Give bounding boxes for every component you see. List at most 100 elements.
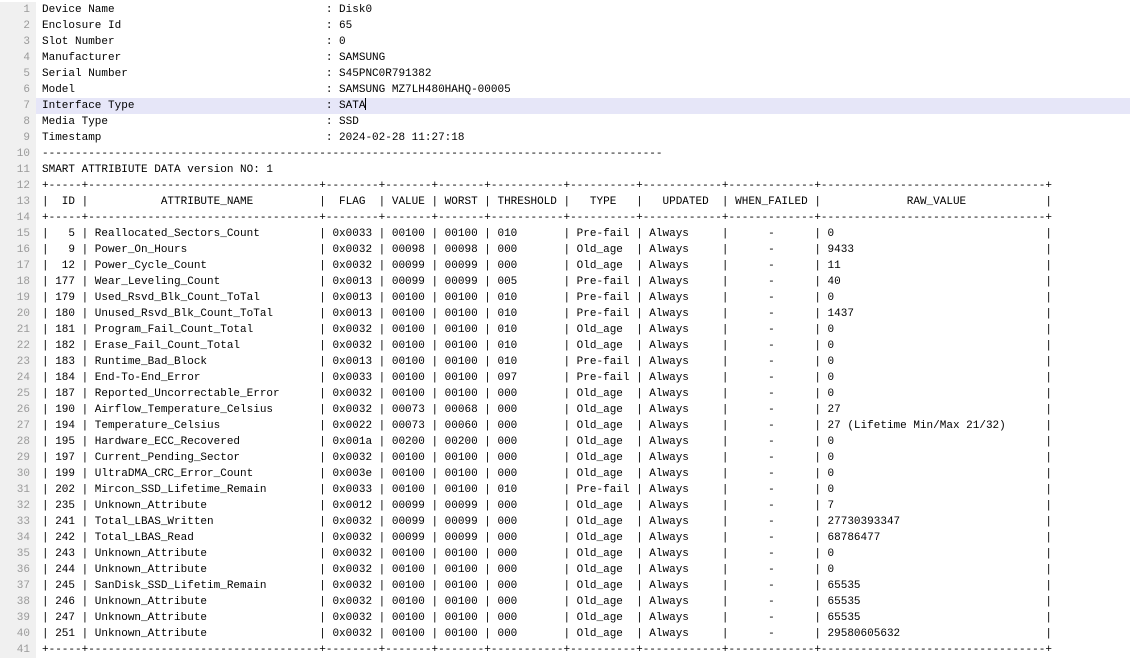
line-content[interactable]: | 194 | Temperature_Celsius | 0x0022 | 0… [36, 418, 1130, 434]
line-content[interactable]: Media Type : SSD [36, 114, 1130, 130]
line-content[interactable]: | 242 | Total_LBAS_Read | 0x0032 | 00099… [36, 530, 1130, 546]
line-content[interactable]: Interface Type : SATA [36, 98, 1130, 114]
line-content[interactable]: ----------------------------------------… [36, 146, 1130, 162]
editor-line[interactable]: 26| 190 | Airflow_Temperature_Celsius | … [0, 402, 1130, 418]
editor-line[interactable]: 41+-----+-------------------------------… [0, 642, 1130, 658]
line-content[interactable]: | 197 | Current_Pending_Sector | 0x0032 … [36, 450, 1130, 466]
line-content[interactable]: Slot Number : 0 [36, 34, 1130, 50]
line-content[interactable]: | 241 | Total_LBAS_Written | 0x0032 | 00… [36, 514, 1130, 530]
line-number: 23 [0, 354, 36, 370]
line-number: 3 [0, 34, 36, 50]
line-content[interactable]: | 235 | Unknown_Attribute | 0x0012 | 000… [36, 498, 1130, 514]
editor-line[interactable]: 33| 241 | Total_LBAS_Written | 0x0032 | … [0, 514, 1130, 530]
line-number: 7 [0, 98, 36, 114]
line-content[interactable]: | 180 | Unused_Rsvd_Blk_Count_ToTal | 0x… [36, 306, 1130, 322]
editor-line[interactable]: 30| 199 | UltraDMA_CRC_Error_Count | 0x0… [0, 466, 1130, 482]
editor-line[interactable]: 4Manufacturer : SAMSUNG [0, 50, 1130, 66]
line-number: 27 [0, 418, 36, 434]
line-content[interactable]: | 187 | Reported_Uncorrectable_Error | 0… [36, 386, 1130, 402]
editor-line[interactable]: 39| 247 | Unknown_Attribute | 0x0032 | 0… [0, 610, 1130, 626]
line-number: 15 [0, 226, 36, 242]
line-content[interactable]: | 247 | Unknown_Attribute | 0x0032 | 001… [36, 610, 1130, 626]
line-content[interactable]: | 251 | Unknown_Attribute | 0x0032 | 001… [36, 626, 1130, 642]
editor-line[interactable]: 1Device Name : Disk0 [0, 2, 1130, 18]
line-number: 14 [0, 210, 36, 226]
line-number: 9 [0, 130, 36, 146]
line-content[interactable]: | 195 | Hardware_ECC_Recovered | 0x001a … [36, 434, 1130, 450]
line-content[interactable]: Enclosure Id : 65 [36, 18, 1130, 34]
editor-line[interactable]: 9Timestamp : 2024-02-28 11:27:18 [0, 130, 1130, 146]
editor-line[interactable]: 27| 194 | Temperature_Celsius | 0x0022 |… [0, 418, 1130, 434]
line-content[interactable]: | ID | ATTRIBUTE_NAME | FLAG | VALUE | W… [36, 194, 1130, 210]
line-content[interactable]: | 181 | Program_Fail_Count_Total | 0x003… [36, 322, 1130, 338]
editor-line[interactable]: 22| 182 | Erase_Fail_Count_Total | 0x003… [0, 338, 1130, 354]
line-content[interactable]: | 244 | Unknown_Attribute | 0x0032 | 001… [36, 562, 1130, 578]
editor-line[interactable]: 29| 197 | Current_Pending_Sector | 0x003… [0, 450, 1130, 466]
editor-line[interactable]: 13| ID | ATTRIBUTE_NAME | FLAG | VALUE |… [0, 194, 1130, 210]
line-content[interactable]: | 5 | Reallocated_Sectors_Count | 0x0033… [36, 226, 1130, 242]
editor-line[interactable]: 25| 187 | Reported_Uncorrectable_Error |… [0, 386, 1130, 402]
editor-line[interactable]: 15| 5 | Reallocated_Sectors_Count | 0x00… [0, 226, 1130, 242]
line-number: 37 [0, 578, 36, 594]
editor-line[interactable]: 38| 246 | Unknown_Attribute | 0x0032 | 0… [0, 594, 1130, 610]
editor-line[interactable]: 11SMART ATTRIBIUTE DATA version NO: 1 [0, 162, 1130, 178]
editor-line[interactable]: 5Serial Number : S45PNC0R791382 [0, 66, 1130, 82]
editor-line[interactable]: 20| 180 | Unused_Rsvd_Blk_Count_ToTal | … [0, 306, 1130, 322]
line-content[interactable]: +-----+---------------------------------… [36, 210, 1130, 226]
line-content[interactable]: +-----+---------------------------------… [36, 642, 1130, 658]
editor-line[interactable]: 8Media Type : SSD [0, 114, 1130, 130]
editor-line[interactable]: 17| 12 | Power_Cycle_Count | 0x0032 | 00… [0, 258, 1130, 274]
line-number: 24 [0, 370, 36, 386]
editor-line[interactable]: 36| 244 | Unknown_Attribute | 0x0032 | 0… [0, 562, 1130, 578]
editor-line[interactable]: 21| 181 | Program_Fail_Count_Total | 0x0… [0, 322, 1130, 338]
editor-line[interactable]: 12+-----+-------------------------------… [0, 178, 1130, 194]
editor-line-active[interactable]: 7Interface Type : SATA [0, 98, 1130, 114]
text-editor[interactable]: 1Device Name : Disk02Enclosure Id : 653S… [0, 0, 1130, 658]
editor-line[interactable]: 23| 183 | Runtime_Bad_Block | 0x0013 | 0… [0, 354, 1130, 370]
editor-line[interactable]: 3Slot Number : 0 [0, 34, 1130, 50]
editor-line[interactable]: 18| 177 | Wear_Leveling_Count | 0x0013 |… [0, 274, 1130, 290]
line-content[interactable]: | 190 | Airflow_Temperature_Celsius | 0x… [36, 402, 1130, 418]
editor-line[interactable]: 32| 235 | Unknown_Attribute | 0x0012 | 0… [0, 498, 1130, 514]
line-content[interactable]: | 177 | Wear_Leveling_Count | 0x0013 | 0… [36, 274, 1130, 290]
line-content[interactable]: | 179 | Used_Rsvd_Blk_Count_ToTal | 0x00… [36, 290, 1130, 306]
line-content[interactable]: | 245 | SanDisk_SSD_Lifetim_Remain | 0x0… [36, 578, 1130, 594]
line-content[interactable]: SMART ATTRIBIUTE DATA version NO: 1 [36, 162, 1130, 178]
line-number: 29 [0, 450, 36, 466]
line-number: 41 [0, 642, 36, 658]
editor-line[interactable]: 28| 195 | Hardware_ECC_Recovered | 0x001… [0, 434, 1130, 450]
editor-line[interactable]: 34| 242 | Total_LBAS_Read | 0x0032 | 000… [0, 530, 1130, 546]
editor-line[interactable]: 24| 184 | End-To-End_Error | 0x0033 | 00… [0, 370, 1130, 386]
line-number: 30 [0, 466, 36, 482]
editor-line[interactable]: 35| 243 | Unknown_Attribute | 0x0032 | 0… [0, 546, 1130, 562]
line-content[interactable]: Timestamp : 2024-02-28 11:27:18 [36, 130, 1130, 146]
line-content[interactable]: | 182 | Erase_Fail_Count_Total | 0x0032 … [36, 338, 1130, 354]
editor-line[interactable]: 31| 202 | Mircon_SSD_Lifetime_Remain | 0… [0, 482, 1130, 498]
line-content[interactable]: | 199 | UltraDMA_CRC_Error_Count | 0x003… [36, 466, 1130, 482]
line-content[interactable]: | 246 | Unknown_Attribute | 0x0032 | 001… [36, 594, 1130, 610]
line-content[interactable]: | 183 | Runtime_Bad_Block | 0x0013 | 001… [36, 354, 1130, 370]
line-number: 12 [0, 178, 36, 194]
line-number: 18 [0, 274, 36, 290]
line-content[interactable]: | 9 | Power_On_Hours | 0x0032 | 00098 | … [36, 242, 1130, 258]
editor-line[interactable]: 14+-----+-------------------------------… [0, 210, 1130, 226]
editor-line[interactable]: 19| 179 | Used_Rsvd_Blk_Count_ToTal | 0x… [0, 290, 1130, 306]
line-content[interactable]: | 184 | End-To-End_Error | 0x0033 | 0010… [36, 370, 1130, 386]
line-content[interactable]: +-----+---------------------------------… [36, 178, 1130, 194]
line-content[interactable]: Manufacturer : SAMSUNG [36, 50, 1130, 66]
editor-line[interactable]: 6Model : SAMSUNG MZ7LH480HAHQ-00005 [0, 82, 1130, 98]
editor-line[interactable]: 16| 9 | Power_On_Hours | 0x0032 | 00098 … [0, 242, 1130, 258]
line-content[interactable]: Model : SAMSUNG MZ7LH480HAHQ-00005 [36, 82, 1130, 98]
editor-line[interactable]: 40| 251 | Unknown_Attribute | 0x0032 | 0… [0, 626, 1130, 642]
line-content[interactable]: Device Name : Disk0 [36, 2, 1130, 18]
line-content[interactable]: | 202 | Mircon_SSD_Lifetime_Remain | 0x0… [36, 482, 1130, 498]
line-content[interactable]: | 12 | Power_Cycle_Count | 0x0032 | 0009… [36, 258, 1130, 274]
editor-line[interactable]: 2Enclosure Id : 65 [0, 18, 1130, 34]
line-content[interactable]: | 243 | Unknown_Attribute | 0x0032 | 001… [36, 546, 1130, 562]
line-number: 2 [0, 18, 36, 34]
line-content[interactable]: Serial Number : S45PNC0R791382 [36, 66, 1130, 82]
editor-line[interactable]: 10--------------------------------------… [0, 146, 1130, 162]
line-number: 40 [0, 626, 36, 642]
editor-line[interactable]: 37| 245 | SanDisk_SSD_Lifetim_Remain | 0… [0, 578, 1130, 594]
line-number: 31 [0, 482, 36, 498]
